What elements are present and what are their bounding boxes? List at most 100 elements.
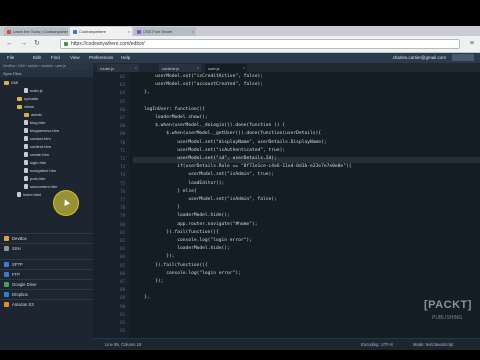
menu-find[interactable]: Find (51, 55, 60, 60)
letterbox-top (0, 0, 480, 26)
connection-amazon-s3[interactable]: Amazon S3 (0, 299, 93, 309)
code-line: }, (133, 90, 150, 96)
lock-icon (64, 42, 68, 46)
dropbox-icon (4, 292, 9, 297)
menu-preferences[interactable]: Preferences (89, 55, 113, 60)
line-number: 62 (120, 74, 125, 79)
browser-tab-learn-tools[interactable]: Learn the Tools | Codeanywhere × (4, 27, 68, 36)
line-number: 74 (120, 172, 125, 178)
line-number: 88 (120, 287, 125, 293)
file-icon (24, 160, 28, 165)
tree-item[interactable]: create.htm (24, 151, 49, 158)
tree-item[interactable]: post.htm (24, 175, 45, 182)
folder-icon (24, 112, 29, 117)
tree-item[interactable]: blogarmenu.htm (24, 127, 59, 134)
tree-item[interactable]: blog.htm (24, 119, 45, 126)
code-line: loaderModel.show(); (133, 115, 208, 120)
tree-item[interactable]: views (17, 103, 34, 110)
line-number: 83 (120, 246, 125, 252)
folder-icon (4, 80, 9, 85)
folder-icon (17, 96, 22, 101)
sftp-icon (4, 262, 9, 267)
code-line: loadEditor(); (133, 180, 225, 186)
line-number: 93 (120, 328, 125, 334)
connection-ssh[interactable]: SSH (0, 243, 93, 253)
line-number: 92 (120, 320, 125, 325)
browser-tab-css-font-tester[interactable]: CSS Font Tester × (134, 27, 196, 36)
line-number: 84 (120, 254, 125, 260)
user-email[interactable]: charles.cartier@gmail.com (393, 55, 446, 60)
code-line: console.log("login error"); (133, 238, 252, 243)
favicon-icon (137, 29, 141, 34)
account-button[interactable] (452, 54, 474, 61)
tree-item[interactable]: uploads (17, 95, 38, 102)
code-line: if(userDetails.Role == "8f71e1ce-c4e6-11… (133, 164, 352, 170)
connection-google-drive[interactable]: Google Drive (0, 279, 93, 289)
editor-tab-user[interactable]: user.js × (205, 64, 247, 72)
line-number: 87 (120, 279, 125, 284)
file-icon (24, 184, 28, 189)
editor-tab-router[interactable]: router.js × (97, 64, 139, 72)
reload-icon[interactable]: ↻ (34, 40, 40, 48)
line-number: 85 (120, 262, 125, 268)
editor-tabbar: router.js × content.js × user.js × (93, 63, 480, 72)
arrow-right-icon[interactable]: → (20, 40, 27, 48)
line-number: 86 (120, 270, 125, 276)
menu-file[interactable]: File (7, 55, 14, 60)
line-number: 64 (120, 90, 125, 96)
line-number: 80 (120, 221, 125, 227)
tab-close-icon[interactable]: × (64, 29, 66, 34)
tab-close-icon[interactable]: × (135, 65, 137, 70)
address-bar: ← → ↻ https://codeanywhere.com/editor/ ≡ (0, 36, 480, 53)
tab-close-icon[interactable]: × (128, 29, 130, 34)
menu-edit[interactable]: Edit (33, 55, 41, 60)
connection-sftp[interactable]: SFTP (0, 259, 93, 269)
line-number: 72 (120, 156, 125, 161)
line-number: 70 (120, 139, 125, 145)
tab-close-icon[interactable]: × (197, 65, 199, 70)
line-number: 75 (120, 180, 125, 186)
menu-view[interactable]: View (70, 55, 80, 60)
menu-help[interactable]: Help (121, 55, 130, 60)
code-editor: router.js × content.js × user.js × 62 63 6… (93, 63, 480, 350)
connection-devbox[interactable]: DevBox (0, 233, 93, 243)
line-number-gutter: 62 63 64 65 66 67 68 69 70 71 72 73 74 75 76 77 78 79 80 81… (93, 72, 129, 338)
connection-dropbox[interactable]: Dropbox (0, 289, 93, 299)
sync-files-header[interactable]: Sync Files (0, 70, 93, 77)
tree-item[interactable]: main.js (24, 87, 43, 94)
breadcrumb: DevBox › DMI › scripts › models › user.j… (0, 63, 93, 70)
tree-item[interactable]: contact.htm (24, 135, 51, 142)
tree-item[interactable]: subcontent.htm (24, 183, 57, 190)
browser-tab-codeanywhere[interactable]: Codeanywhere × (70, 27, 132, 36)
file-icon (24, 144, 28, 149)
tree-item[interactable]: content.htm (24, 143, 51, 150)
file-icon (24, 176, 28, 181)
encoding-indicator[interactable]: Encoding: UTF-8 (361, 342, 393, 347)
file-icon (24, 168, 28, 173)
tree-item[interactable]: navigation.htm (24, 167, 56, 174)
code-line: $.when(userModel._doLogin()).done(functi… (133, 123, 286, 129)
browser-menu-icon[interactable]: ≡ (470, 40, 474, 47)
file-icon (24, 128, 28, 133)
tree-item[interactable]: login.htm (24, 159, 46, 166)
tree-root-dmi[interactable]: DMI (4, 79, 18, 86)
tree-item[interactable]: admin (24, 111, 42, 118)
code-line: console.log("login error"); (133, 270, 241, 276)
connection-ftp[interactable]: FTP (0, 269, 93, 279)
line-number: 79 (120, 213, 125, 219)
file-icon (24, 88, 28, 93)
code-line: logInUser: function(){ (133, 106, 205, 112)
mode-indicator[interactable]: Mode: text/JavaScript (413, 342, 453, 347)
tab-close-icon[interactable]: × (192, 29, 194, 34)
status-bar: Line 85, Column 18 Encoding: UTF-8 Mode:… (93, 338, 480, 350)
tab-close-icon[interactable]: × (243, 65, 245, 70)
favicon-icon (73, 29, 77, 34)
ssh-icon (4, 246, 9, 251)
arrow-left-icon[interactable]: ← (6, 40, 13, 48)
code-line: loaderModel.hide(); (133, 213, 230, 219)
code-line: userModel.set("isAuthenticated", true); (133, 147, 286, 153)
url-input[interactable]: https://codeanywhere.com/editor/ (60, 39, 460, 49)
editor-tab-content[interactable]: content.js × (159, 64, 201, 72)
code-line: }); (133, 279, 164, 284)
tree-item[interactable]: index.html (17, 191, 41, 198)
